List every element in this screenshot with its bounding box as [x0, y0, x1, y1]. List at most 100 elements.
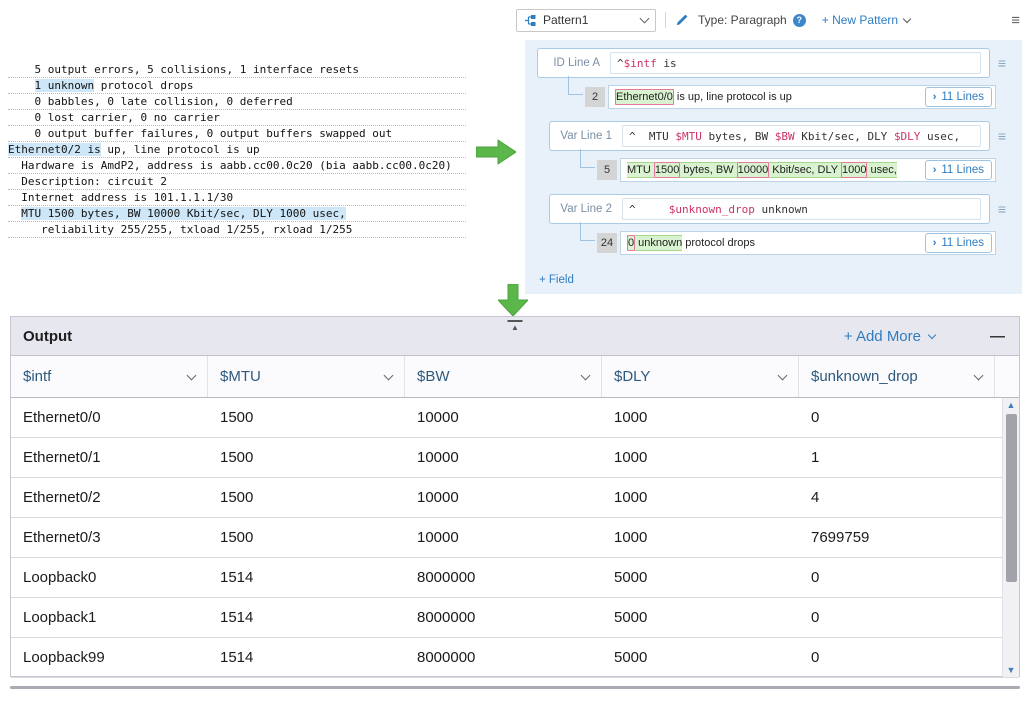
table-cell: 1500 — [208, 518, 405, 557]
pattern-input[interactable]: ^ MTU $MTU bytes, BW $BW Kbit/sec, DLY $… — [622, 125, 981, 147]
table-row: Loopback01514800000050000 — [11, 558, 1019, 598]
match-preview: 240 unknown protocol drops›11 Lines — [597, 231, 996, 255]
table-row: Ethernet0/015001000010000 — [11, 398, 1019, 438]
text-span: Internet address is 101.1.1.1/30 — [8, 191, 233, 204]
table-cell: 4 — [799, 478, 1019, 517]
line-number-badge: 24 — [597, 233, 617, 253]
help-icon[interactable]: ? — [793, 14, 806, 27]
chevron-down-icon[interactable] — [384, 370, 394, 380]
table-cell: Ethernet0/3 — [11, 518, 208, 557]
match-segment: Ethernet0/0 — [615, 89, 674, 105]
table-cell: Ethernet0/0 — [11, 398, 208, 437]
column-header[interactable]: $BW — [405, 356, 602, 397]
table-row: Ethernet0/115001000010001 — [11, 438, 1019, 478]
match-segment: 1000 — [841, 162, 867, 178]
vertical-scrollbar[interactable]: ▲ ▼ — [1002, 398, 1019, 677]
chevron-down-icon[interactable] — [187, 370, 197, 380]
drag-handle-icon[interactable]: ≡ — [994, 55, 1010, 71]
toolbar-divider — [665, 12, 666, 28]
menu-icon[interactable]: ≡ — [1009, 12, 1022, 29]
lines-expand-button[interactable]: › 11 Lines — [925, 87, 992, 107]
drag-handle-icon[interactable]: ≡ — [994, 201, 1010, 217]
pattern-icon — [524, 14, 537, 27]
pattern-type-label: Type: Paragraph — [698, 13, 787, 27]
pattern-row: ID Line A^$intf is≡ — [537, 48, 1010, 78]
chevron-down-icon[interactable] — [581, 370, 591, 380]
pattern-variable: $BW — [775, 130, 795, 143]
new-pattern-link[interactable]: + New Pattern — [822, 13, 910, 27]
collapse-panel-button[interactable]: ▲ — [508, 320, 523, 332]
chevron-down-icon[interactable] — [778, 370, 788, 380]
edit-pattern-icon[interactable] — [675, 13, 689, 27]
table-row: Ethernet0/215001000010004 — [11, 478, 1019, 518]
pattern-box: ID Line A^$intf is — [537, 48, 990, 78]
column-label: $intf — [23, 368, 51, 385]
drag-handle-icon[interactable]: ≡ — [994, 128, 1010, 144]
pattern-select-value: Pattern1 — [543, 13, 635, 27]
scroll-down-icon[interactable]: ▼ — [1007, 663, 1016, 677]
match-segment: usec, — [867, 162, 896, 178]
source-line: 5 output errors, 5 collisions, 1 interfa… — [8, 62, 466, 78]
connector-line — [580, 222, 595, 241]
scrollbar-thumb[interactable] — [1006, 414, 1017, 582]
line-number-badge: 2 — [585, 87, 605, 107]
chevron-down-icon — [903, 14, 911, 22]
minimize-button[interactable]: — — [990, 328, 1005, 345]
match-segment: unknown — [635, 235, 682, 251]
table-cell: 1514 — [208, 558, 405, 597]
connector-line — [568, 76, 583, 95]
pattern-line-label: Var Line 1 — [556, 130, 612, 142]
text-span: 0 output buffer failures, 0 output buffe… — [8, 127, 392, 140]
line-number-badge: 5 — [597, 160, 617, 180]
column-header[interactable]: $intf — [11, 356, 208, 397]
table-cell: Loopback1 — [11, 598, 208, 637]
text-span: 0 babbles, 0 late collision, 0 deferred — [8, 95, 293, 108]
pattern-select[interactable]: Pattern1 — [516, 9, 656, 32]
pattern-section: ID Line A^$intf is≡ 2 Ethernet0/0 is up, l… — [537, 48, 1010, 109]
pattern-line-label: Var Line 2 — [556, 203, 612, 215]
table-row: Loopback991514800000050000 — [11, 638, 1019, 678]
pattern-toolbar: Pattern1 Type: Paragraph ? + New Pattern… — [516, 8, 1022, 32]
table-cell: 1500 — [208, 398, 405, 437]
source-line: MTU 1500 bytes, BW 10000 Kbit/sec, DLY 1… — [8, 206, 466, 222]
table-cell: 1000 — [602, 518, 799, 557]
source-line: reliability 255/255, txload 1/255, rxloa… — [8, 222, 466, 238]
table-cell: 10000 — [405, 438, 602, 477]
connector-line — [580, 149, 595, 168]
source-line: Description: circuit 2 — [8, 174, 466, 190]
lines-expand-button[interactable]: ›11 Lines — [925, 233, 992, 253]
scroll-up-icon[interactable]: ▲ — [1007, 398, 1016, 412]
pattern-input[interactable]: ^$intf is — [610, 52, 981, 74]
add-more-button[interactable]: + Add More — [844, 328, 935, 345]
chevron-down-icon[interactable] — [974, 370, 984, 380]
text-span — [8, 207, 21, 220]
match-segment: 1500 — [654, 162, 680, 178]
pattern-input[interactable]: ^ $unknown_drop unknown — [622, 198, 981, 220]
pattern-row: Var Line 2 ^ $unknown_drop unknown ≡ — [549, 194, 1010, 224]
lines-count-label: 11 Lines — [941, 91, 984, 103]
table-cell: 1000 — [602, 438, 799, 477]
lines-expand-button[interactable]: ›11 Lines — [925, 160, 992, 180]
pattern-literal: Kbit/sec, DLY — [795, 130, 894, 143]
table-cell: 10000 — [405, 478, 602, 517]
pattern-literal: ^ — [617, 57, 624, 70]
table-cell: 1500 — [208, 478, 405, 517]
add-field-link[interactable]: + Field — [539, 274, 574, 286]
source-line: Internet address is 101.1.1.1/30 — [8, 190, 466, 206]
pattern-literal: ^ — [629, 203, 669, 216]
match-segment: is up, line protocol is up — [674, 91, 792, 103]
table-cell: 1514 — [208, 638, 405, 677]
table-row: Ethernet0/315001000010007699759 — [11, 518, 1019, 558]
pattern-panel: ID Line A^$intf is≡2Ethernet0/0 is up, l… — [525, 40, 1022, 294]
pattern-variable: $DLY — [894, 130, 921, 143]
text-span — [8, 79, 35, 92]
column-header[interactable]: $DLY — [602, 356, 799, 397]
text-span: 0 lost carrier, 0 no carrier — [8, 111, 220, 124]
chevron-right-icon: › — [933, 91, 937, 103]
table-cell: 1500 — [208, 438, 405, 477]
table-cell: 1514 — [208, 598, 405, 637]
chevron-down-icon — [640, 14, 650, 24]
matched-text: Ethernet0/0 is up, line protocol is up — [615, 89, 917, 105]
column-header[interactable]: $MTU — [208, 356, 405, 397]
column-header[interactable]: $unknown_drop — [799, 356, 995, 397]
